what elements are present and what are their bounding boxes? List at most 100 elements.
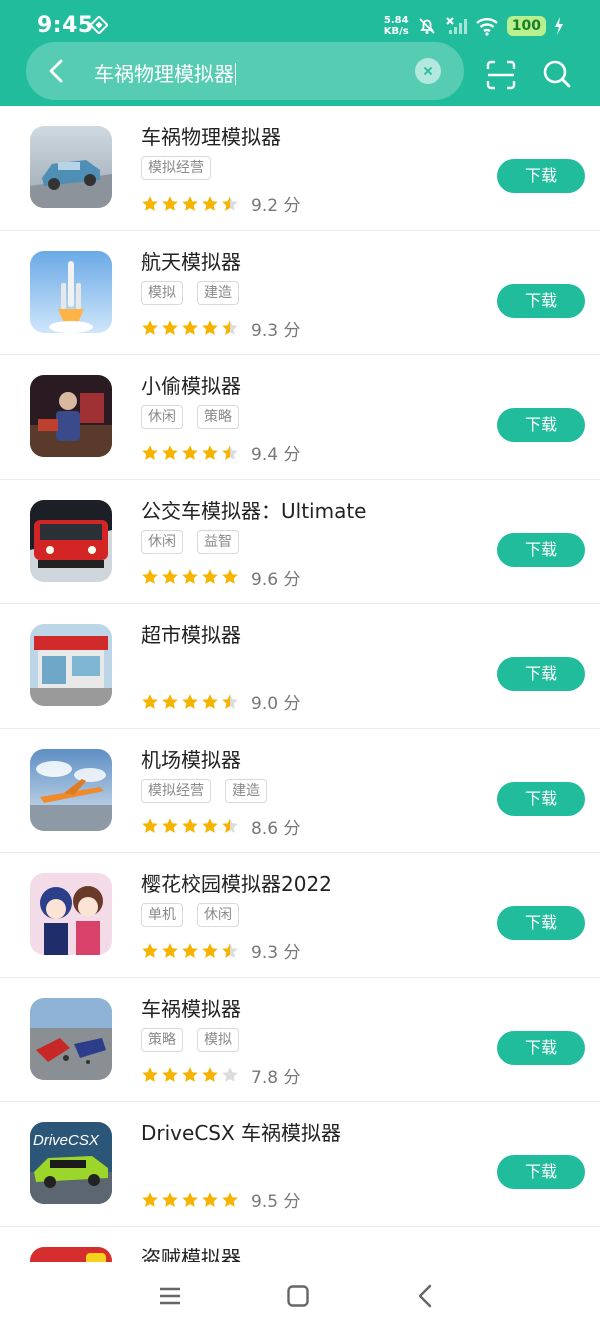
app-icon[interactable] (30, 748, 112, 831)
star-full-icon (162, 569, 178, 584)
download-button[interactable]: 下载 (497, 1030, 585, 1065)
download-button[interactable]: 下载 (497, 532, 585, 567)
scan-icon[interactable] (484, 58, 518, 92)
app-list-item[interactable]: 小偷模拟器 休闲 策略 9.4 分 下载 (0, 355, 600, 480)
download-button[interactable]: 下载 (497, 283, 585, 318)
app-icon[interactable]: DriveCSX (30, 1122, 112, 1204)
app-rating: 9.2 分 (141, 191, 300, 216)
app-name[interactable]: 超市模拟器 (141, 619, 241, 648)
search-bar[interactable]: 车祸物理模拟器 (26, 42, 464, 100)
app-score: 9.4 分 (251, 445, 301, 465)
app-icon[interactable] (30, 997, 112, 1080)
star-empty-icon (222, 1067, 238, 1082)
app-list-item[interactable]: 超市模拟器 9.0 分 下载 (0, 604, 600, 729)
app-name[interactable]: 机场模拟器 (141, 744, 241, 773)
category-tag: 益智 (197, 529, 239, 554)
star-full-icon (162, 693, 178, 709)
search-results-list[interactable]: 车祸物理模拟器 模拟经营 9.2 分下载 航天模拟器 模拟 建造 9.3 分下载 小偷模拟器休… (0, 106, 600, 1333)
star-full-icon (202, 942, 218, 958)
app-name[interactable]: 樱花校园模拟器2022 (141, 868, 332, 897)
back-arrow-icon[interactable] (42, 56, 72, 86)
download-button[interactable]: 下载 (497, 159, 585, 193)
star-full-icon (142, 444, 158, 460)
star-full-icon (182, 320, 198, 335)
star-half-icon (222, 320, 238, 335)
star-full-icon (182, 1191, 198, 1207)
clear-search-icon[interactable] (415, 58, 441, 84)
search-query: 车祸物理模拟器 (94, 62, 234, 86)
star-full-icon (162, 818, 178, 833)
star-half-icon (222, 693, 238, 709)
star-half-icon (222, 942, 238, 958)
app-list-item[interactable]: 机场模拟器 模拟经营 建造 8.6 分 下载 (0, 729, 600, 853)
search-input[interactable]: 车祸物理模拟器 (94, 58, 236, 87)
app-list-item[interactable]: 车祸模拟器策略 模拟 7.8 分 下载 (0, 978, 600, 1102)
app-score: 9.6 分 (251, 569, 301, 590)
wifi-icon (475, 18, 498, 36)
star-full-icon (202, 320, 218, 335)
star-full-icon (142, 942, 158, 958)
status-bar: 9:45 5.84 KB/s 100 (0, 0, 600, 44)
star-full-icon (162, 1191, 178, 1207)
app-list-item[interactable]: 公交车模拟器：Ultimate 休闲 益智 9.6 分 下载 (0, 480, 600, 604)
star-full-icon (202, 693, 218, 709)
system-nav-bar (0, 1262, 600, 1333)
vpn-diamond-icon (90, 16, 108, 34)
star-full-icon (222, 569, 238, 584)
app-rating: 7.8 分 (141, 1063, 300, 1088)
star-full-icon (162, 1067, 178, 1082)
home-icon[interactable] (286, 1284, 310, 1308)
category-tag: 单机 (141, 903, 183, 927)
recent-apps-icon[interactable] (158, 1284, 182, 1308)
star-full-icon (182, 569, 198, 584)
search-icon[interactable] (540, 57, 574, 91)
star-half-icon (222, 444, 238, 460)
star-full-icon (162, 320, 178, 335)
download-button[interactable]: 下载 (497, 1155, 585, 1189)
app-score: 9.0 分 (251, 694, 301, 714)
app-tags: 休闲 益智 (141, 529, 239, 554)
star-full-icon (202, 195, 218, 211)
download-button[interactable]: 下载 (497, 657, 585, 691)
nav-back-icon[interactable] (414, 1284, 438, 1308)
app-tags: 单机 休闲 (141, 903, 239, 927)
status-indicators: 5.84 KB/s 100 (384, 12, 564, 40)
text-caret (235, 63, 236, 85)
category-tag: 模拟 (197, 1027, 239, 1052)
category-tag: 策略 (141, 1027, 183, 1052)
category-tag: 策略 (197, 405, 239, 429)
app-score: 9.3 分 (251, 943, 301, 963)
app-name[interactable]: 车祸模拟器 (141, 993, 241, 1022)
star-full-icon (182, 818, 198, 833)
app-tags: 策略 模拟 (141, 1027, 239, 1052)
app-name[interactable]: 车祸物理模拟器 (141, 121, 281, 150)
app-name[interactable]: 小偷模拟器 (141, 370, 241, 399)
app-icon[interactable] (30, 250, 112, 333)
star-full-icon (202, 1191, 218, 1207)
app-score: 8.6 分 (251, 818, 301, 839)
download-button[interactable]: 下载 (497, 781, 585, 816)
app-list-item[interactable]: 航天模拟器 模拟 建造 9.3 分 下载 (0, 231, 600, 355)
app-icon[interactable] (30, 873, 112, 955)
star-full-icon (162, 942, 178, 958)
app-rating: 9.0 分 (141, 689, 300, 714)
app-rating: 9.3 分 (141, 938, 300, 963)
app-name[interactable]: DriveCSX 车祸模拟器 (141, 1117, 341, 1146)
download-button[interactable]: 下载 (497, 408, 585, 442)
download-button[interactable]: 下载 (497, 906, 585, 940)
app-list-item[interactable]: 车祸物理模拟器 模拟经营 9.2 分 下载 (0, 106, 600, 231)
app-icon[interactable] (30, 375, 112, 457)
app-icon[interactable] (30, 624, 112, 706)
app-name[interactable]: 公交车模拟器：Ultimate (141, 495, 366, 524)
app-icon[interactable] (30, 499, 112, 582)
star-half-icon (222, 818, 238, 833)
app-name[interactable]: 航天模拟器 (141, 246, 241, 275)
star-full-icon (142, 320, 158, 335)
app-list-item[interactable]: 樱花校园模拟器2022 单机 休闲 9.3 分 下载 (0, 853, 600, 978)
app-score: 9.5 分 (251, 1192, 301, 1212)
app-list-item[interactable]: DriveCSX DriveCSX 车祸模拟器 9.5 分 下载 (0, 1102, 600, 1227)
app-icon[interactable] (30, 126, 112, 208)
star-full-icon (202, 818, 218, 833)
app-rating: 8.6 分 (141, 814, 300, 839)
star-half-icon (222, 195, 238, 211)
